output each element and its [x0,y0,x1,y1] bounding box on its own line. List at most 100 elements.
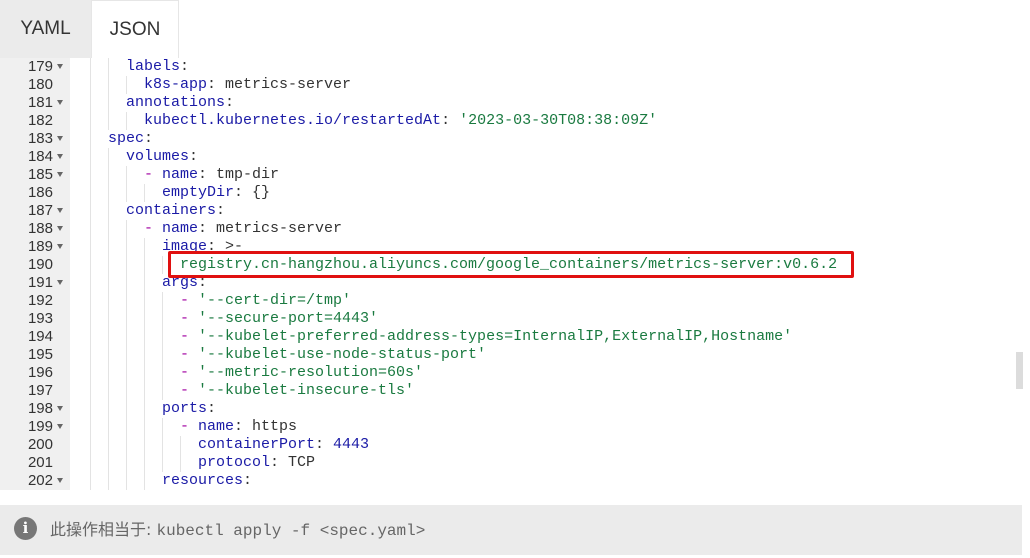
footer-command: kubectl apply -f <spec.yaml> [156,522,426,540]
line-number: 194 [27,328,53,345]
indent-guide [90,454,91,472]
code-text: - name: metrics-server [144,220,343,237]
indent-guide [108,310,109,328]
indent-guide [144,256,145,274]
line-number: 196 [27,364,53,381]
fold-arrow-icon[interactable] [57,208,63,213]
fold-arrow-icon[interactable] [57,424,63,429]
code-line-181: 181 annotations: [0,94,1016,112]
indent-guide [126,76,127,94]
code-line-187: 187 containers: [0,202,1016,220]
image-highlight-box [168,251,854,278]
indent-guide [126,454,127,472]
code-line-183: 183 spec: [0,130,1016,148]
indent-guide [108,472,109,490]
fold-arrow-icon[interactable] [57,100,63,105]
indent-guide [180,436,181,454]
indent-guide [126,400,127,418]
code-text: ports: [162,400,217,417]
code-line-201: 201 protocol: TCP [0,454,1016,472]
line-number: 198 [27,400,53,417]
indent-guide [108,364,109,382]
indent-guide [162,364,163,382]
indent-guide [162,310,163,328]
line-number: 190 [27,256,53,273]
indent-guide [144,382,145,400]
indent-guide [108,454,109,472]
line-number: 192 [27,292,53,309]
code-text: spec: [108,130,154,147]
indent-guide [126,256,127,274]
indent-guide [90,148,91,166]
footer-prefix: 此操作相当于: [50,520,157,539]
fold-arrow-icon[interactable] [57,172,63,177]
indent-guide [108,238,109,256]
fold-arrow-icon[interactable] [57,406,63,411]
line-number: 201 [27,454,53,471]
line-number: 202 [27,472,53,489]
indent-guide [90,220,91,238]
indent-guide [180,454,181,472]
fold-arrow-icon[interactable] [57,478,63,483]
indent-guide [144,454,145,472]
code-text: volumes: [126,148,199,165]
indent-guide [108,418,109,436]
indent-guide [126,436,127,454]
indent-guide [90,112,91,130]
code-text: - name: https [180,418,298,435]
fold-arrow-icon[interactable] [57,226,63,231]
indent-guide [126,112,127,130]
indent-guide [90,202,91,220]
indent-guide [90,328,91,346]
indent-guide [108,292,109,310]
indent-guide [162,436,163,454]
line-number: 181 [27,94,53,111]
line-number: 180 [27,76,53,93]
indent-guide [90,256,91,274]
indent-guide [90,472,91,490]
indent-guide [126,418,127,436]
indent-guide [126,346,127,364]
indent-guide [126,292,127,310]
tab-yaml[interactable]: YAML [0,0,91,58]
indent-guide [90,76,91,94]
code-text: - '--metric-resolution=60s' [180,364,424,381]
indent-guide [90,346,91,364]
indent-guide [144,472,145,490]
indent-guide [108,112,109,130]
indent-guide [90,184,91,202]
indent-guide [108,346,109,364]
tab-json[interactable]: JSON [91,0,179,58]
line-number: 197 [27,382,53,399]
indent-guide [162,454,163,472]
code-text: annotations: [126,94,235,111]
indent-guide [108,328,109,346]
code-text: - '--secure-port=4443' [180,310,379,327]
indent-guide [126,328,127,346]
code-line-199: 199 - name: https [0,418,1016,436]
indent-guide [90,364,91,382]
indent-guide [90,418,91,436]
fold-arrow-icon[interactable] [57,154,63,159]
indent-guide [144,184,145,202]
indent-guide [108,166,109,184]
fold-arrow-icon[interactable] [57,64,63,69]
code-line-179: 179 labels: [0,58,1016,76]
fold-arrow-icon[interactable] [57,244,63,249]
code-text: kubectl.kubernetes.io/restartedAt: '2023… [144,112,658,129]
code-line-180: 180 k8s-app: metrics-server [0,76,1016,94]
code-text: - '--kubelet-preferred-address-types=Int… [180,328,793,345]
line-number: 184 [27,148,53,165]
indent-guide [162,256,163,274]
line-number: 179 [27,58,53,75]
indent-guide [144,418,145,436]
indent-guide [108,400,109,418]
fold-arrow-icon[interactable] [57,136,63,141]
fold-arrow-icon[interactable] [57,280,63,285]
vertical-scrollbar[interactable] [1016,352,1023,389]
indent-guide [144,436,145,454]
indent-guide [90,130,91,148]
line-number: 193 [27,310,53,327]
indent-guide [126,166,127,184]
line-number: 183 [27,130,53,147]
